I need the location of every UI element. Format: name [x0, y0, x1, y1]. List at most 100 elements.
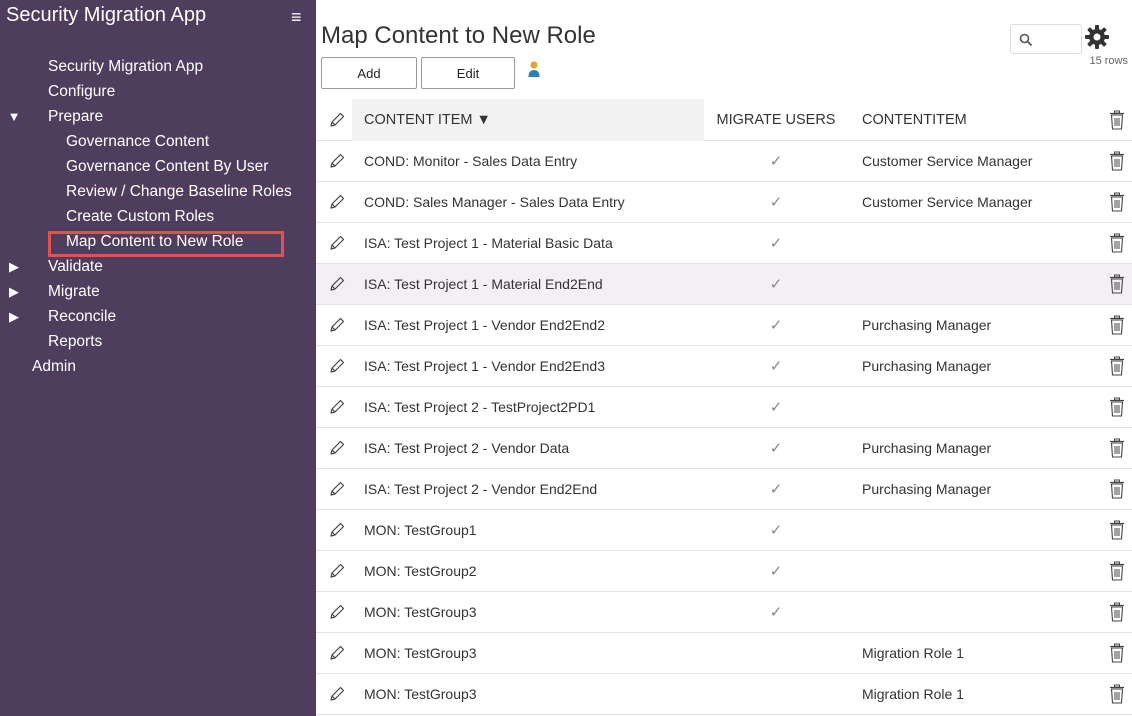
table-header: CONTENT ITEM ▼ MIGRATE USERS CONTENTITEM — [316, 99, 1132, 141]
page-title: Map Content to New Role — [321, 22, 596, 49]
search-input[interactable] — [1010, 24, 1082, 54]
pencil-icon[interactable] — [326, 469, 348, 509]
table-row[interactable]: MON: TestGroup2 ✓ — [316, 551, 1132, 592]
pencil-icon[interactable] — [326, 141, 348, 181]
nav-admin[interactable]: Admin — [0, 354, 316, 379]
nav-label: Reconcile — [48, 308, 117, 325]
table-row[interactable]: MON: TestGroup3 ✓ — [316, 592, 1132, 633]
migrate-users-cell: ✓ — [706, 387, 846, 427]
table-row[interactable]: ISA: Test Project 2 - TestProject2PD1 ✓ — [316, 387, 1132, 428]
nav-reports[interactable]: Reports — [0, 329, 316, 354]
pencil-icon[interactable] — [326, 510, 348, 550]
column-header-migrate-users[interactable]: MIGRATE USERS — [706, 99, 846, 140]
nav-label: Validate — [48, 258, 103, 275]
trash-icon[interactable] — [1106, 592, 1128, 632]
table-row[interactable]: ISA: Test Project 1 - Vendor End2End3 ✓ Pu… — [316, 346, 1132, 387]
table-row[interactable]: ISA: Test Project 2 - Vendor End2End ✓ Pur… — [316, 469, 1132, 510]
nav-create-custom-roles[interactable]: Create Custom Roles — [0, 204, 316, 229]
migrate-users-cell: ✓ — [706, 592, 846, 632]
pencil-icon[interactable] — [326, 428, 348, 468]
trash-icon[interactable] — [1106, 633, 1128, 673]
pencil-icon[interactable] — [326, 264, 348, 304]
nav-label: Prepare — [48, 108, 104, 125]
trash-icon[interactable] — [1106, 141, 1128, 181]
migrate-users-cell — [706, 633, 846, 673]
role-cell: Purchasing Manager — [862, 481, 992, 497]
trash-icon[interactable] — [1106, 551, 1128, 591]
nav-label: Create Custom Roles — [66, 208, 215, 225]
content-item-cell: MON: TestGroup3 — [364, 604, 477, 620]
table-row[interactable]: COND: Sales Manager - Sales Data Entry ✓ C… — [316, 182, 1132, 223]
sidebar: Security Migration App ≡ Security Migrat… — [0, 0, 316, 716]
nav-review-change-baseline-roles[interactable]: Review / Change Baseline Roles — [0, 179, 316, 204]
role-cell: Migration Role 1 — [862, 686, 964, 702]
table-body: COND: Monitor - Sales Data Entry ✓ Custome… — [316, 141, 1132, 715]
table-row[interactable]: ISA: Test Project 1 - Material Basic Dat… — [316, 223, 1132, 264]
migrate-users-cell: ✓ — [706, 264, 846, 304]
caret-right-icon: ▶ — [9, 259, 19, 274]
column-header-contentitem[interactable]: CONTENTITEM — [862, 99, 1092, 140]
trash-icon[interactable] — [1106, 223, 1128, 263]
edit-button[interactable]: Edit — [421, 57, 515, 89]
column-header-content-item[interactable]: CONTENT ITEM ▼ — [364, 99, 704, 140]
migrate-users-cell — [706, 674, 846, 714]
pencil-icon[interactable] — [326, 674, 348, 714]
trash-icon[interactable] — [1106, 387, 1128, 427]
trash-icon[interactable] — [1106, 182, 1128, 222]
trash-icon[interactable] — [1106, 305, 1128, 345]
nav-security-migration-app[interactable]: Security Migration App — [0, 54, 316, 79]
trash-icon[interactable] — [1106, 99, 1128, 140]
role-cell — [862, 387, 1092, 427]
table-row[interactable]: COND: Monitor - Sales Data Entry ✓ Custome… — [316, 141, 1132, 182]
app-title: Security Migration App — [6, 4, 207, 26]
checkmark-icon: ✓ — [769, 481, 783, 498]
checkmark-icon: ✓ — [769, 235, 783, 252]
table-row[interactable]: MON: TestGroup3 Migration Role 1 — [316, 674, 1132, 715]
content-item-cell: ISA: Test Project 2 - Vendor Data — [364, 440, 570, 456]
nav-governance-content[interactable]: Governance Content — [0, 129, 316, 154]
pencil-icon[interactable] — [326, 182, 348, 222]
caret-right-icon: ▶ — [9, 309, 19, 324]
pencil-icon[interactable] — [326, 305, 348, 345]
content-item-cell: ISA: Test Project 1 - Material End2End — [364, 276, 603, 292]
nav-map-content-to-new-role[interactable]: Map Content to New Role — [0, 229, 316, 257]
nav-governance-content-by-user[interactable]: Governance Content By User — [0, 154, 316, 179]
migrate-users-cell: ✓ — [706, 141, 846, 181]
table-row[interactable]: MON: TestGroup1 ✓ — [316, 510, 1132, 551]
caret-right-icon: ▶ — [9, 284, 19, 299]
pencil-icon[interactable] — [326, 99, 348, 140]
table-row[interactable]: ISA: Test Project 1 - Vendor End2End2 ✓ Pu… — [316, 305, 1132, 346]
trash-icon[interactable] — [1106, 264, 1128, 304]
table-row[interactable]: ISA: Test Project 2 - Vendor Data ✓ Purcha… — [316, 428, 1132, 469]
nav-migrate[interactable]: ▶ Migrate — [0, 279, 316, 304]
data-table: CONTENT ITEM ▼ MIGRATE USERS CONTENTITEM… — [316, 99, 1132, 715]
table-row[interactable]: MON: TestGroup3 Migration Role 1 — [316, 633, 1132, 674]
migrate-users-cell: ✓ — [706, 428, 846, 468]
migrate-users-cell: ✓ — [706, 346, 846, 386]
pencil-icon[interactable] — [326, 592, 348, 632]
nav-reconcile[interactable]: ▶ Reconcile — [0, 304, 316, 329]
pencil-icon[interactable] — [326, 346, 348, 386]
nav-validate[interactable]: ▶ Validate — [0, 254, 316, 279]
gear-icon[interactable] — [1084, 24, 1110, 50]
hamburger-icon[interactable]: ≡ — [291, 8, 302, 26]
search-icon — [1019, 33, 1033, 47]
pencil-icon[interactable] — [326, 551, 348, 591]
pencil-icon[interactable] — [326, 223, 348, 263]
user-icon[interactable] — [527, 60, 541, 78]
trash-icon[interactable] — [1106, 346, 1128, 386]
migrate-users-cell: ✓ — [706, 305, 846, 345]
trash-icon[interactable] — [1106, 510, 1128, 550]
nav-prepare[interactable]: ▼ Prepare — [0, 104, 316, 129]
migrate-users-cell: ✓ — [706, 223, 846, 263]
pencil-icon[interactable] — [326, 387, 348, 427]
trash-icon[interactable] — [1106, 674, 1128, 714]
add-button[interactable]: Add — [321, 57, 417, 89]
pencil-icon[interactable] — [326, 633, 348, 673]
table-row[interactable]: ISA: Test Project 1 - Material End2End ✓ — [316, 264, 1132, 305]
trash-icon[interactable] — [1106, 428, 1128, 468]
trash-icon[interactable] — [1106, 469, 1128, 509]
nav-label: Security Migration App — [48, 58, 204, 75]
nav-configure[interactable]: Configure — [0, 79, 316, 104]
content-item-cell: MON: TestGroup3 — [364, 686, 477, 702]
